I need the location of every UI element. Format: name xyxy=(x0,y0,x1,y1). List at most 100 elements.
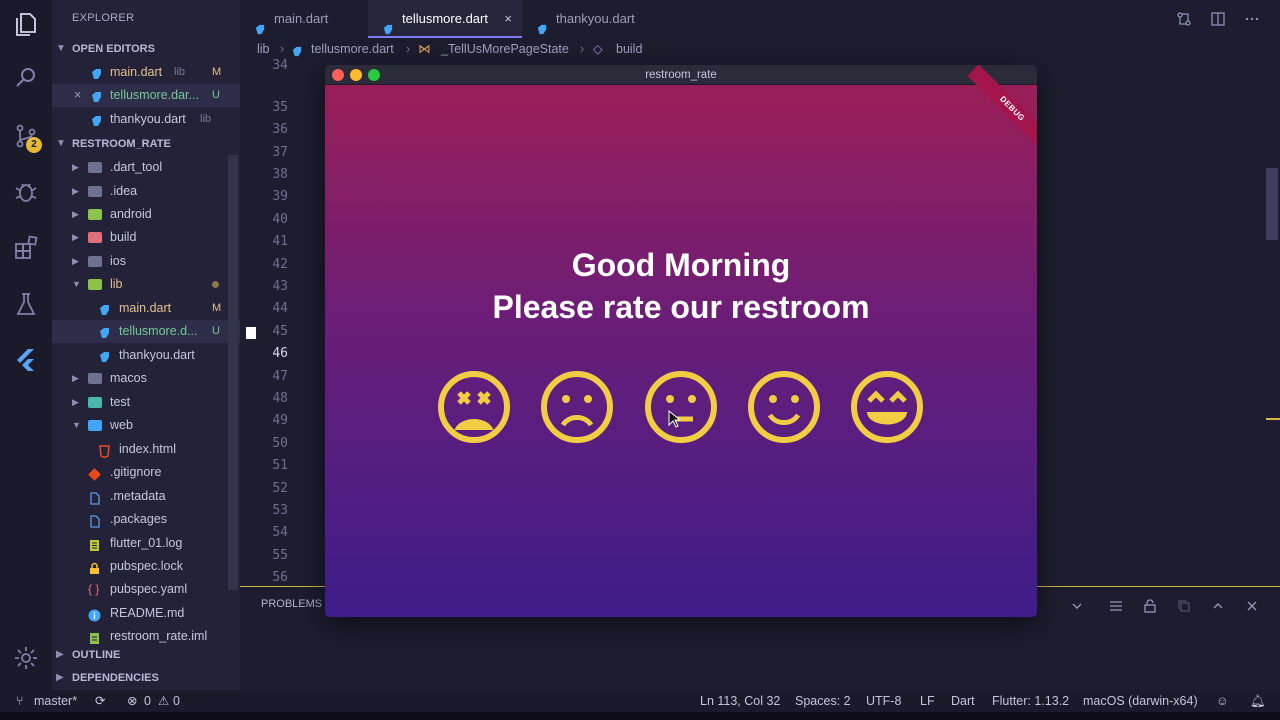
settings-gear-icon[interactable] xyxy=(12,644,40,672)
greeting-title: Good Morning xyxy=(571,247,791,283)
project-header[interactable]: ▼ RESTROOM_RATE xyxy=(52,133,240,155)
cursor-position[interactable]: Ln 113, Col 32 xyxy=(700,690,780,712)
overview-ruler-mark xyxy=(1266,418,1280,420)
chevron-right-icon: ▶ xyxy=(72,373,79,383)
search-icon[interactable] xyxy=(12,64,40,92)
flutter-icon[interactable] xyxy=(12,346,40,374)
open-editor-item[interactable]: × tellusmore.dar... U xyxy=(52,84,240,107)
line-number: 53 xyxy=(272,503,288,518)
tab-tellusmore-dart[interactable]: tellusmore.dart × xyxy=(368,0,522,38)
explorer-icon[interactable] xyxy=(12,10,40,38)
notifications-bell-icon[interactable]: 🔔︎ xyxy=(1250,690,1266,712)
html-file-icon xyxy=(98,443,111,459)
tree-folder[interactable]: ▶ build xyxy=(52,226,240,249)
dependencies-header[interactable]: ▶ DEPENDENCIES xyxy=(52,667,240,689)
info-icon xyxy=(88,607,101,622)
flutter-app-window[interactable]: restroom_rate DEBUG Good Morning Please … xyxy=(325,65,1037,617)
tree-folder[interactable]: ▶ android xyxy=(52,203,240,226)
line-ending[interactable]: LF xyxy=(920,690,935,712)
tree-file[interactable]: .gitignore xyxy=(52,461,240,484)
tree-file[interactable]: thankyou.dart xyxy=(52,344,240,367)
folder-label: test xyxy=(110,395,131,409)
clear-output-icon[interactable] xyxy=(1109,599,1123,613)
chevron-right-icon: ▶ xyxy=(72,162,79,172)
tab-label: tellusmore.dart xyxy=(402,11,488,26)
close-tab-icon[interactable]: × xyxy=(504,0,512,38)
close-icon[interactable]: × xyxy=(74,84,81,107)
file-label: .gitignore xyxy=(110,465,162,479)
split-editor-icon[interactable] xyxy=(1210,11,1226,27)
modified-dot xyxy=(212,281,219,288)
indentation[interactable]: Spaces: 2 xyxy=(795,690,851,712)
tree-file[interactable]: pubspec.lock xyxy=(52,555,240,578)
tree-file[interactable]: flutter_01.log xyxy=(52,532,240,555)
tree-folder[interactable]: ▼ web xyxy=(52,414,240,437)
sidebar-scrollbar[interactable] xyxy=(228,155,238,590)
git-status: M xyxy=(212,66,222,78)
error-count[interactable]: 0 xyxy=(144,690,151,712)
compare-changes-icon[interactable] xyxy=(1176,11,1192,27)
test-folder-icon xyxy=(88,397,102,408)
warning-count[interactable]: 0 xyxy=(173,690,180,712)
chevron-right-icon: ▶ xyxy=(72,256,79,266)
window-titlebar[interactable]: restroom_rate xyxy=(325,65,1037,85)
rating-happy-face-icon[interactable] xyxy=(746,369,822,445)
open-editors-header[interactable]: ▼ OPEN EDITORS xyxy=(52,38,240,60)
tree-file[interactable]: .metadata xyxy=(52,485,240,508)
tree-folder[interactable]: ▶ .idea xyxy=(52,180,240,203)
rating-very-bad-face-icon[interactable] xyxy=(436,369,512,445)
breadcrumb-item[interactable]: tellusmore.dart xyxy=(311,38,394,60)
target-device[interactable]: macOS (darwin-x64) xyxy=(1083,690,1198,712)
feedback-smiley-icon[interactable]: ☺ xyxy=(1216,690,1229,712)
tab-main-dart[interactable]: main.dart xyxy=(240,0,368,38)
file-encoding[interactable]: UTF-8 xyxy=(866,690,901,712)
log-file-icon xyxy=(88,537,101,551)
language-mode[interactable]: Dart xyxy=(951,690,975,712)
breadcrumb-item[interactable]: _TellUsMorePageState xyxy=(441,38,569,60)
maximize-panel-icon[interactable] xyxy=(1211,599,1225,613)
debug-icon[interactable] xyxy=(12,178,40,206)
tree-folder[interactable]: ▶ macos xyxy=(52,367,240,390)
outline-header[interactable]: ▶ OUTLINE xyxy=(52,644,240,666)
sync-icon[interactable]: ⟳ xyxy=(95,690,105,712)
close-panel-icon[interactable] xyxy=(1245,599,1259,613)
rating-very-happy-face-icon[interactable] xyxy=(849,369,925,445)
dart-file-icon xyxy=(90,66,103,79)
lock-icon xyxy=(88,560,101,574)
tree-file[interactable]: main.dart M xyxy=(52,297,240,320)
editor-scrollbar[interactable] xyxy=(1266,168,1278,240)
flutter-version[interactable]: Flutter: 1.13.2 xyxy=(992,690,1069,712)
tree-file[interactable]: index.html xyxy=(52,438,240,461)
rating-sad-face-icon[interactable] xyxy=(539,369,615,445)
tree-folder[interactable]: ▼ lib xyxy=(52,273,240,296)
tree-file[interactable]: tellusmore.d... U xyxy=(52,320,240,343)
tree-folder[interactable]: ▶ test xyxy=(52,391,240,414)
copy-icon[interactable] xyxy=(1177,599,1191,613)
testing-flask-icon[interactable] xyxy=(12,290,40,318)
breadcrumb-item[interactable]: build xyxy=(616,38,642,60)
tree-file[interactable]: README.md xyxy=(52,602,240,625)
open-editor-item[interactable]: main.dart lib M xyxy=(52,61,240,84)
open-editor-item[interactable]: thankyou.dart lib xyxy=(52,108,240,131)
chevron-down-icon[interactable] xyxy=(1070,599,1084,613)
tree-file[interactable]: .packages xyxy=(52,508,240,531)
lock-scroll-icon[interactable] xyxy=(1143,599,1157,613)
breadcrumb-item[interactable]: lib xyxy=(257,38,270,60)
git-status: U xyxy=(212,89,220,101)
breakpoint-marker[interactable] xyxy=(246,327,256,339)
extensions-icon[interactable] xyxy=(12,234,40,262)
dart-file-icon xyxy=(382,13,394,35)
chevron-down-icon: ▼ xyxy=(72,279,81,289)
tree-file[interactable]: { } pubspec.yaml xyxy=(52,578,240,601)
chevron-right-icon: › xyxy=(280,42,285,56)
rating-neutral-face-icon[interactable] xyxy=(643,369,719,445)
git-branch[interactable]: master* xyxy=(34,690,77,712)
tree-folder[interactable]: ▶ ios xyxy=(52,250,240,273)
tab-thankyou-dart[interactable]: thankyou.dart xyxy=(522,0,670,38)
explorer-title: EXPLORER xyxy=(72,12,135,24)
folder-label: macos xyxy=(110,371,147,385)
tab-problems[interactable]: PROBLEMS xyxy=(261,598,322,610)
window-title: restroom_rate xyxy=(645,69,717,81)
more-actions-icon[interactable] xyxy=(1244,11,1260,27)
tree-folder[interactable]: ▶ .dart_tool xyxy=(52,156,240,179)
